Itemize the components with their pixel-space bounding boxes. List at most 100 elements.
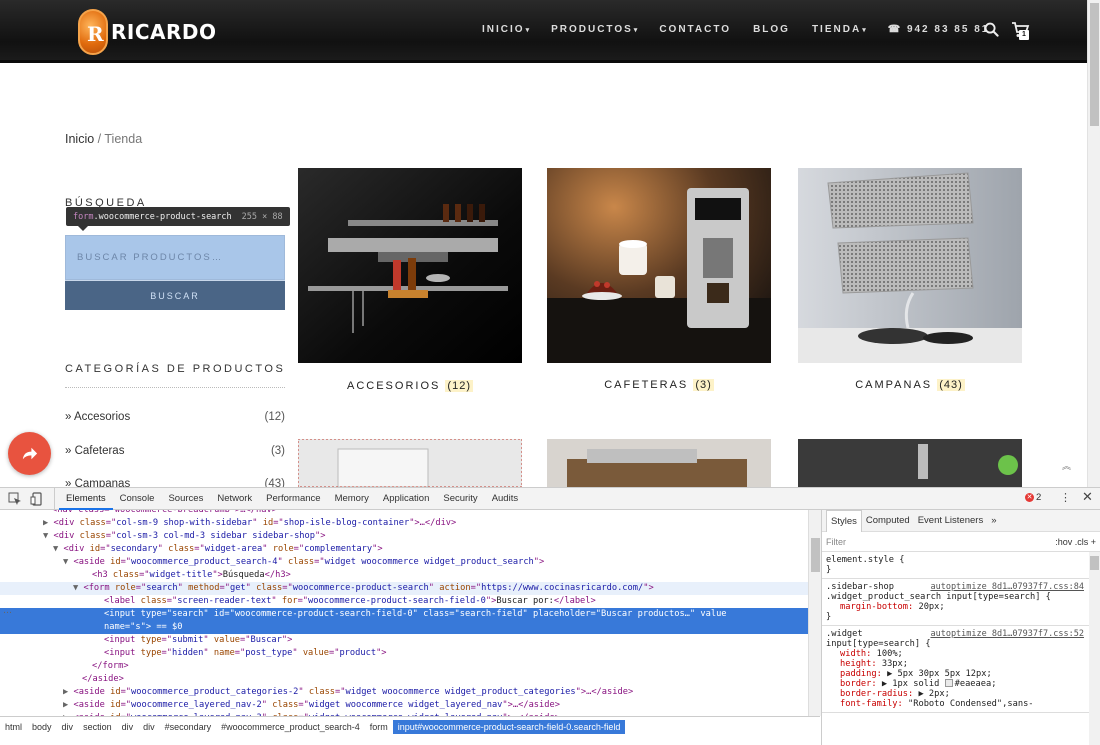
nav-item-tienda[interactable]: TIENDA▾ xyxy=(812,24,866,35)
devtools-tab-security[interactable]: Security xyxy=(436,488,484,510)
dom-breadcrumb-item[interactable]: div xyxy=(117,720,139,734)
product-image-row2-1[interactable] xyxy=(298,439,522,487)
dom-node-line[interactable]: ▶ <div class="col-sm-9 shop-with-sidebar… xyxy=(0,517,808,530)
page-scrollbar[interactable] xyxy=(1087,0,1100,487)
dom-node-line[interactable]: <input type="hidden" name="post_type" va… xyxy=(0,647,808,660)
category-label[interactable]: » Cafeteras xyxy=(65,445,124,457)
nav-phone[interactable]: ☎ 942 83 85 81 xyxy=(888,24,990,35)
breadcrumb-home-link[interactable]: Inicio xyxy=(65,132,94,146)
dom-node-line[interactable]: ▼ <div id="secondary" class="widget-area… xyxy=(0,543,808,556)
nav-item-productos[interactable]: PRODUCTOS▾ xyxy=(551,24,637,35)
expand-triangle-icon[interactable]: ▼ xyxy=(53,544,63,554)
nav-item-inicio[interactable]: INICIO▾ xyxy=(482,24,529,35)
category-label[interactable]: » Accesorios xyxy=(65,411,130,423)
product-image-accesorios[interactable] xyxy=(298,168,522,363)
css-property[interactable]: border-radius: ▶ 2px; xyxy=(826,689,1096,699)
search-icon[interactable] xyxy=(984,22,999,37)
css-property[interactable]: height: 33px; xyxy=(826,659,1096,669)
product-label[interactable]: ACCESORIOS (12) xyxy=(298,380,522,392)
styles-scrollbar[interactable] xyxy=(1089,552,1100,745)
dom-breadcrumb-item[interactable]: section xyxy=(78,720,117,734)
dom-tree-scrollbar[interactable] xyxy=(808,510,821,716)
css-property[interactable]: margin-bottom: 20px; xyxy=(826,602,1096,612)
share-button[interactable] xyxy=(8,432,51,475)
color-swatch-icon[interactable] xyxy=(944,679,953,687)
scroll-to-top-icon[interactable]: ︽ xyxy=(1062,459,1071,472)
dom-node-line[interactable]: </aside> xyxy=(0,673,808,686)
dom-node-line[interactable]: <h3 class="widget-title">Búsqueda</h3> xyxy=(0,569,808,582)
expand-triangle-icon[interactable]: ▶ xyxy=(63,687,73,697)
dom-breadcrumb-item[interactable]: #woocommerce_product_search-4 xyxy=(216,720,365,734)
product-image-cafeteras[interactable] xyxy=(547,168,771,363)
expand-triangle-icon[interactable]: ▶ xyxy=(63,700,73,710)
dom-breadcrumb-item[interactable]: form xyxy=(365,720,393,734)
dom-node-line[interactable]: <input type="search" id="woocommerce-pro… xyxy=(0,608,808,621)
devtools-tab-sources[interactable]: Sources xyxy=(161,488,210,510)
dom-node-line[interactable]: name="s"> == $0 xyxy=(0,621,808,634)
dom-node-line[interactable]: ▶ <aside id="woocommerce_product_categor… xyxy=(0,686,808,699)
devtools-tab-audits[interactable]: Audits xyxy=(485,488,525,510)
category-item[interactable]: » Campanas (43) xyxy=(65,478,285,487)
dom-breadcrumb-item[interactable]: html xyxy=(0,720,27,734)
product-card-campanas[interactable]: CAMPANAS (43) xyxy=(798,168,1022,398)
styles-tab[interactable]: Styles xyxy=(826,510,862,532)
dom-node-line[interactable]: ▼ <form role="search" method="get" class… xyxy=(0,582,808,595)
product-label[interactable]: CAFETERAS (3) xyxy=(547,379,771,391)
devtools-tab-console[interactable]: Console xyxy=(113,488,162,510)
nav-item-contacto[interactable]: CONTACTO xyxy=(659,24,731,35)
product-label[interactable]: CAMPANAS (43) xyxy=(798,379,1022,391)
styles-filter-tools[interactable]: :hov .cls + xyxy=(1055,537,1096,547)
devtools-tab-performance[interactable]: Performance xyxy=(259,488,327,510)
dom-breadcrumb-item[interactable]: input#woocommerce-product-search-field-0… xyxy=(392,720,626,734)
devtools-menu-icon[interactable]: ⋮ xyxy=(1060,491,1071,504)
dom-scrollbar-thumb[interactable] xyxy=(811,538,820,572)
css-property[interactable]: font-family: "Roboto Condensed",sans- xyxy=(826,699,1096,709)
css-property[interactable]: border: ▶ 1px solid #eaeaea; xyxy=(826,679,1096,689)
dom-node-line[interactable]: <input type="submit" value="Buscar"> xyxy=(0,634,808,647)
dom-breadcrumb-item[interactable]: #secondary xyxy=(160,720,217,734)
expand-triangle-icon[interactable]: ▼ xyxy=(63,557,73,567)
css-source-link[interactable]: autoptimize_8d1…07937f7.css:84 xyxy=(930,582,1084,592)
product-card-cafeteras[interactable]: CAFETERAS (3) xyxy=(547,168,771,398)
product-image-campanas[interactable] xyxy=(798,168,1022,363)
site-logo[interactable]: R RICARDO xyxy=(78,8,217,56)
styles-tab[interactable]: » xyxy=(987,510,1000,532)
expand-triangle-icon[interactable]: ▼ xyxy=(73,583,83,593)
expand-triangle-icon[interactable]: ▶ xyxy=(43,518,53,528)
css-source-link[interactable]: autoptimize_8d1…07937f7.css:52 xyxy=(930,629,1084,639)
category-item[interactable]: » Accesorios (12) xyxy=(65,411,285,423)
css-property[interactable]: width: 100%; xyxy=(826,649,1096,659)
styles-scrollbar-thumb[interactable] xyxy=(1090,556,1099,570)
styles-filter[interactable]: Filter :hov .cls + xyxy=(822,532,1100,552)
styles-tab[interactable]: Event Listeners xyxy=(914,510,987,532)
devtools-close-icon[interactable]: ✕ xyxy=(1082,490,1093,505)
product-image-row2-3[interactable] xyxy=(798,439,1022,487)
product-card-accesorios[interactable]: ACCESORIOS (12) xyxy=(298,168,522,398)
product-search-input[interactable] xyxy=(65,235,285,280)
search-submit-button[interactable]: BUSCAR xyxy=(65,281,285,310)
device-toolbar-icon[interactable] xyxy=(30,491,44,506)
dom-node-line[interactable]: </form> xyxy=(0,660,808,673)
styles-tab[interactable]: Computed xyxy=(862,510,914,532)
devtools-tab-network[interactable]: Network xyxy=(210,488,259,510)
nav-item-blog[interactable]: BLOG xyxy=(753,24,790,35)
expand-triangle-icon[interactable]: ▼ xyxy=(43,531,53,541)
dom-breadcrumb-item[interactable]: div xyxy=(57,720,79,734)
dom-node-line[interactable]: ▼ <div class="col-sm-3 col-md-3 sidebar … xyxy=(0,530,808,543)
dom-node-line[interactable]: <nav class="woocommerce-breadcrumb">…</n… xyxy=(0,510,808,517)
page-scrollbar-thumb[interactable] xyxy=(1090,3,1099,126)
inspect-element-icon[interactable] xyxy=(8,492,22,506)
styles-filter-input[interactable]: Filter xyxy=(826,537,846,547)
dom-node-line[interactable]: ▶ <aside id="woocommerce_layered_nav-2" … xyxy=(0,699,808,712)
dom-node-line[interactable]: <label class="screen-reader-text" for="w… xyxy=(0,595,808,608)
devtools-tab-memory[interactable]: Memory xyxy=(328,488,376,510)
dom-breadcrumb-item[interactable]: div xyxy=(138,720,160,734)
category-label[interactable]: » Campanas xyxy=(65,478,130,487)
dom-breadcrumb-item[interactable]: body xyxy=(27,720,57,734)
dom-ellipsis-icon[interactable]: … xyxy=(3,606,12,616)
devtools-tab-application[interactable]: Application xyxy=(376,488,436,510)
product-image-row2-2[interactable] xyxy=(547,439,771,487)
devtools-tab-elements[interactable]: Elements xyxy=(59,488,113,510)
category-item[interactable]: » Cafeteras (3) xyxy=(65,445,285,457)
dom-node-line[interactable]: ▼ <aside id="woocommerce_product_search-… xyxy=(0,556,808,569)
